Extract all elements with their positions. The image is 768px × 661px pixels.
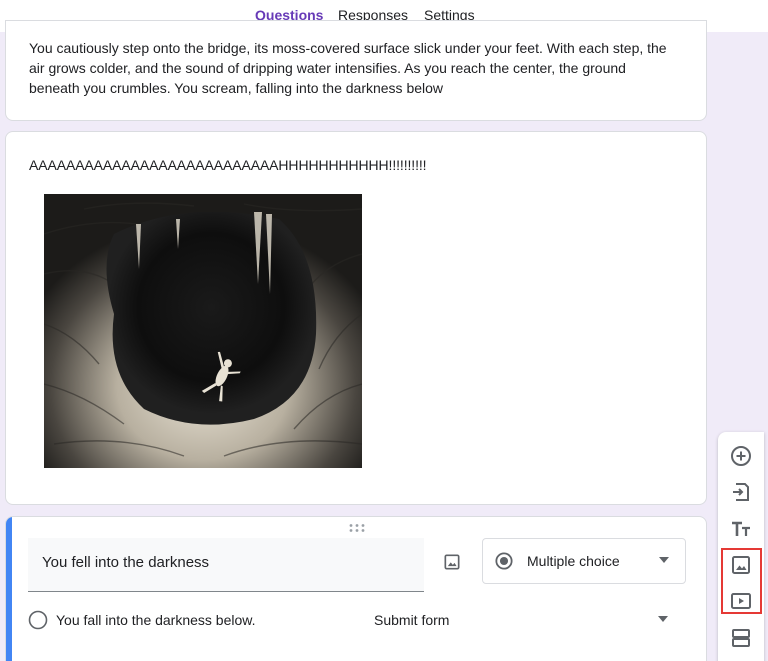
radio-selected-icon [495, 552, 513, 570]
question-type-label: Multiple choice [527, 553, 620, 569]
add-image-to-question-icon[interactable] [442, 552, 462, 572]
chevron-down-icon [659, 557, 669, 563]
option-radio-icon [28, 610, 48, 630]
option-label-input[interactable]: You fall into the darkness below. [56, 612, 256, 628]
question-card[interactable]: You fell into the darkness Multiple choi… [5, 516, 707, 661]
cave-falling-image [44, 194, 362, 468]
highlight-box [721, 548, 762, 614]
import-questions-icon[interactable] [729, 480, 753, 504]
question-title-input[interactable]: You fell into the darkness [28, 538, 424, 592]
go-to-section-select[interactable]: Submit form [374, 612, 449, 628]
story-text-card[interactable]: You cautiously step onto the bridge, its… [5, 20, 707, 121]
drag-handle-icon[interactable] [348, 523, 366, 533]
chevron-down-icon[interactable] [658, 616, 668, 622]
image-item-card[interactable]: AAAAAAAAAAAAAAAAAAAAAAAAAAAHHHHHHHHHHH!!… [5, 131, 707, 505]
story-description: You cautiously step onto the bridge, its… [29, 40, 667, 96]
add-question-icon[interactable] [729, 444, 753, 468]
add-section-icon[interactable] [729, 626, 753, 650]
add-title-icon[interactable] [729, 517, 753, 541]
image-caption: AAAAAAAAAAAAAAAAAAAAAAAAAAAHHHHHHHHHHH!!… [29, 157, 427, 173]
active-question-indicator [6, 517, 12, 661]
question-type-dropdown[interactable]: Multiple choice [482, 538, 686, 584]
floating-toolbar [718, 432, 764, 661]
